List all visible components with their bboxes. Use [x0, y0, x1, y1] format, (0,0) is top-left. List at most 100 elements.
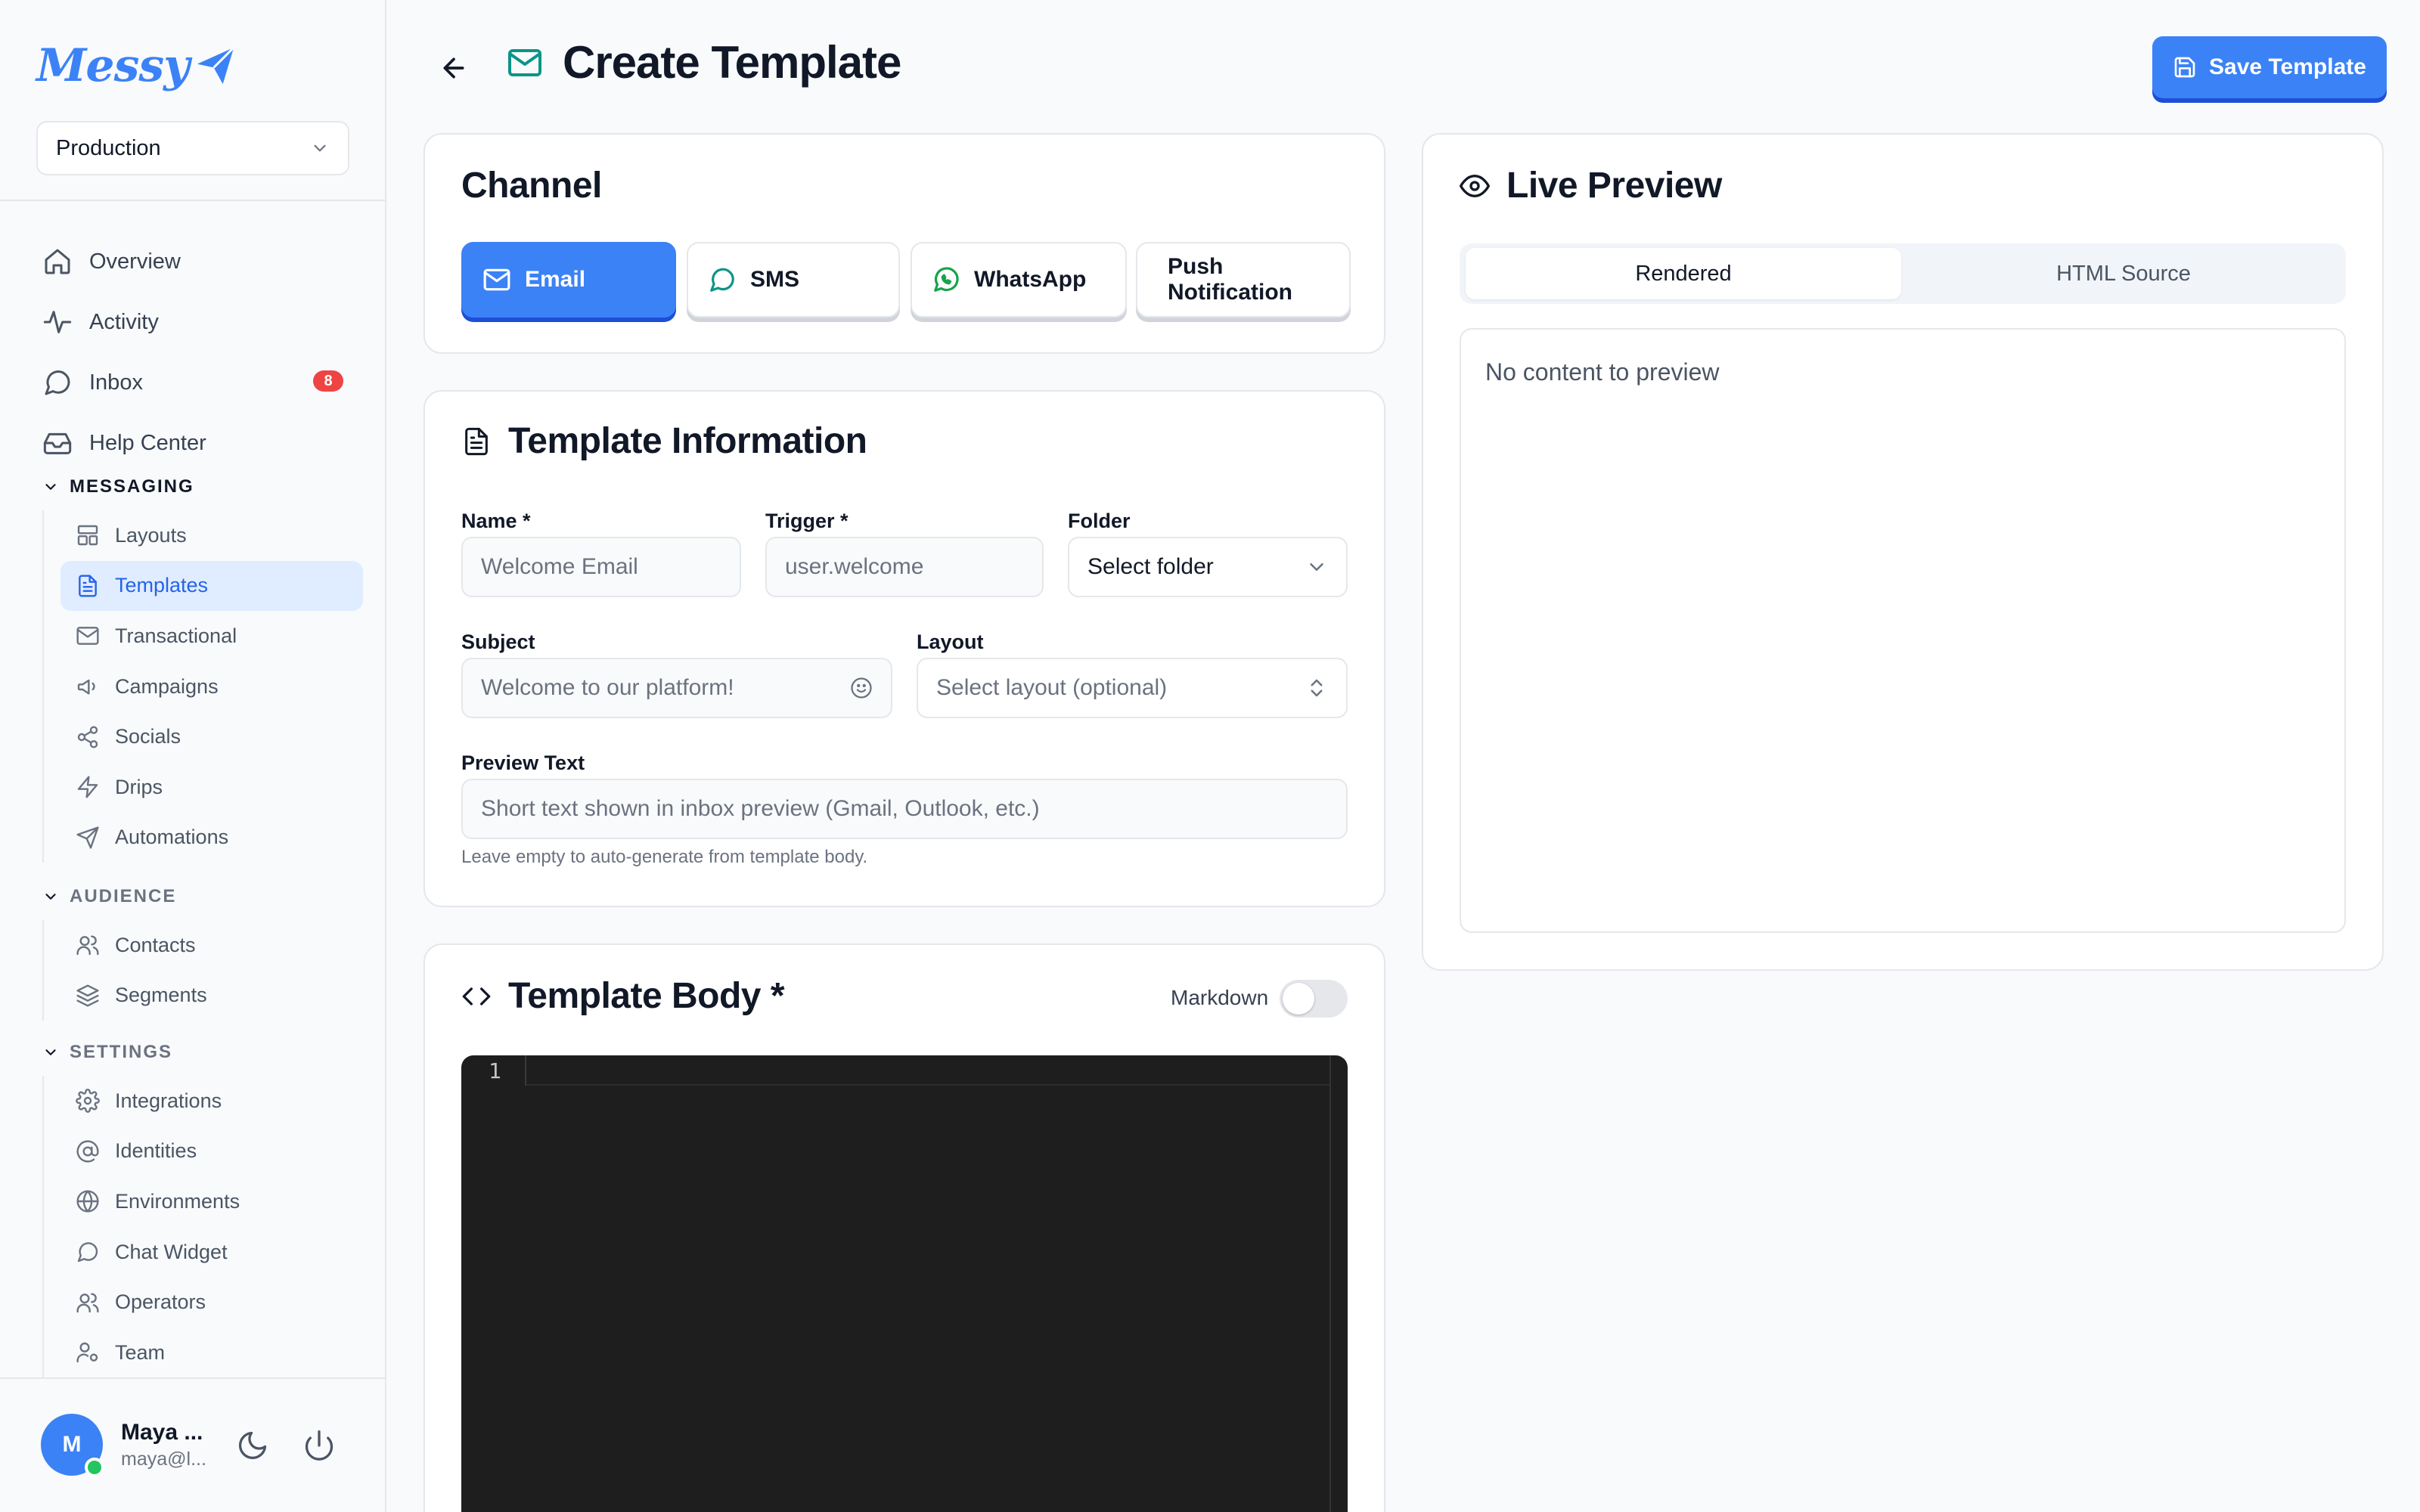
name-input[interactable]: Welcome Email — [461, 537, 741, 597]
file-text-icon — [79, 575, 97, 597]
sidebar-item-label: Contacts — [115, 933, 196, 956]
messaging-list: Layouts Templates Transactional Campaign… — [42, 510, 363, 863]
emoji-smile-icon[interactable] — [850, 677, 873, 699]
user-name: Maya ... — [121, 1419, 203, 1445]
section-settings[interactable]: SETTINGS — [42, 1042, 172, 1063]
tab-rendered[interactable]: Rendered — [1466, 248, 1901, 299]
line-number: 1 — [489, 1058, 501, 1083]
preview-text-help: Leave empty to auto-generate from templa… — [461, 847, 868, 867]
environment-value: Production — [56, 135, 161, 160]
message-circle-icon — [710, 268, 734, 292]
name-label: Name * — [461, 510, 531, 532]
editor-scrollbar[interactable] — [1329, 1055, 1331, 1512]
moon-icon[interactable] — [236, 1429, 269, 1462]
trigger-input[interactable]: user.welcome — [765, 537, 1044, 597]
layout-select[interactable]: Select layout (optional) — [917, 658, 1348, 718]
channel-push-notification-button[interactable]: Push Notification — [1136, 242, 1351, 318]
sidebar-item-templates[interactable]: Templates — [60, 560, 363, 612]
card-title-text: Channel — [461, 166, 602, 206]
sidebar-item-label: Drips — [115, 775, 163, 798]
mail-icon — [76, 627, 99, 646]
channel-whatsapp-button[interactable]: WhatsApp — [911, 242, 1127, 318]
nav-label: Overview — [89, 249, 181, 274]
subject-placeholder: Welcome to our platform! — [481, 675, 734, 700]
channel-sms-button[interactable]: SMS — [687, 242, 900, 318]
app-logo[interactable]: Messy — [36, 39, 237, 92]
template-information-title: Template Information — [461, 420, 867, 462]
whatsapp-icon — [934, 267, 959, 292]
preview-text-label: Preview Text — [461, 751, 585, 774]
subject-input[interactable]: Welcome to our platform! — [461, 658, 892, 718]
section-title: SETTINGS — [70, 1042, 173, 1062]
sidebar-item-chat-widget[interactable]: Chat Widget — [60, 1227, 363, 1278]
sidebar-item-integrations[interactable]: Integrations — [60, 1076, 363, 1126]
sidebar-item-campaigns[interactable]: Campaigns — [60, 662, 363, 712]
section-title: MESSAGING — [70, 476, 194, 497]
sidebar-item-label: Integrations — [115, 1089, 222, 1112]
sidebar-item-environments[interactable]: Environments — [60, 1176, 363, 1227]
sidebar-item-socials[interactable]: Socials — [60, 711, 363, 762]
editor-active-line — [526, 1055, 1329, 1086]
globe-icon — [76, 1190, 99, 1213]
preview-text-input[interactable]: Short text shown in inbox preview (Gmail… — [461, 779, 1348, 839]
nav-item-help-center[interactable]: Help Center — [38, 413, 355, 473]
main-nav: Overview Activity Inbox 8 Help Center — [38, 231, 355, 473]
send-icon — [76, 826, 99, 849]
page-header: Create Template — [507, 36, 901, 88]
audience-list: Contacts Segments — [42, 920, 363, 1021]
zap-icon — [77, 776, 98, 798]
channel-title: Channel — [461, 165, 602, 206]
settings-list: Integrations Identities Environments Cha… — [42, 1076, 363, 1378]
section-messaging[interactable]: MESSAGING — [42, 476, 194, 497]
eye-icon — [1460, 174, 1490, 197]
section-audience[interactable]: AUDIENCE — [42, 886, 176, 907]
markdown-toggle[interactable] — [1280, 980, 1348, 1018]
code-editor[interactable]: 1 — [461, 1055, 1348, 1512]
sidebar-item-operators[interactable]: Operators — [60, 1277, 363, 1328]
sidebar-item-identities[interactable]: Identities — [60, 1126, 363, 1177]
sidebar-item-label: Socials — [115, 725, 182, 748]
channel-label: Email — [525, 267, 586, 292]
nav-label: Inbox — [89, 370, 143, 395]
page-title: Create Template — [563, 37, 901, 88]
nav-item-activity[interactable]: Activity — [38, 292, 355, 352]
sidebar-item-label: Segments — [115, 984, 207, 1007]
code-icon — [462, 987, 491, 1005]
preview-pane: No content to preview — [1460, 328, 2346, 933]
back-arrow-icon[interactable] — [439, 53, 469, 83]
folder-select[interactable]: Select folder — [1068, 537, 1348, 597]
preview-empty-text: No content to preview — [1485, 358, 1720, 386]
card-title-text: Template Information — [508, 421, 867, 461]
sidebar-item-contacts[interactable]: Contacts — [60, 920, 363, 971]
sidebar-item-drips[interactable]: Drips — [60, 762, 363, 813]
nav-label: Activity — [89, 309, 159, 334]
sidebar-item-label: Automations — [115, 826, 229, 849]
layout-label: Layout — [917, 631, 984, 653]
avatar-initial: M — [62, 1432, 82, 1457]
sidebar-item-team[interactable]: Team — [60, 1328, 363, 1378]
message-circle-icon — [45, 370, 70, 395]
save-template-button[interactable]: Save Template — [2152, 36, 2387, 98]
sidebar-item-segments[interactable]: Segments — [60, 971, 363, 1021]
channel-email-button[interactable]: Email — [461, 242, 676, 318]
sidebar-item-automations[interactable]: Automations — [60, 813, 363, 863]
share-icon — [77, 726, 98, 748]
sidebar-item-label: Templates — [115, 574, 209, 597]
chevron-down-icon — [314, 144, 326, 152]
environment-select[interactable]: Production — [36, 121, 349, 175]
mail-icon — [483, 268, 510, 291]
sidebar-item-label: Transactional — [115, 624, 237, 647]
sidebar-item-transactional[interactable]: Transactional — [60, 611, 363, 662]
activity-icon — [43, 311, 72, 333]
nav-item-inbox[interactable]: Inbox 8 — [38, 352, 355, 413]
sidebar-item-label: Chat Widget — [115, 1240, 228, 1263]
nav-item-overview[interactable]: Overview — [38, 231, 355, 292]
tab-html-source[interactable]: HTML Source — [1906, 248, 2341, 299]
sidebar-item-layouts[interactable]: Layouts — [60, 510, 363, 561]
power-icon[interactable] — [302, 1429, 336, 1462]
message-circle-icon — [77, 1242, 98, 1263]
online-status-dot — [85, 1458, 104, 1477]
sidebar-divider — [0, 1377, 386, 1379]
user-profile[interactable]: M Maya ... maya@l... — [41, 1414, 206, 1477]
card-title-text: Template Body * — [508, 976, 785, 1016]
